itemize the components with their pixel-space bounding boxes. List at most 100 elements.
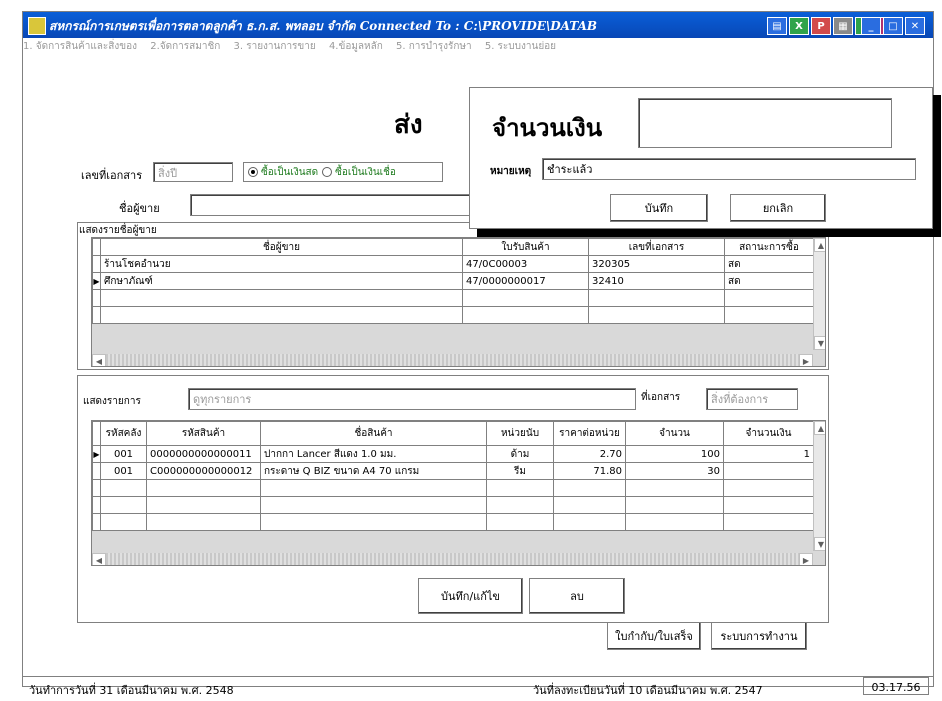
cell-amount[interactable] (723, 496, 814, 514)
cell-seller-name[interactable]: ศึกษาภัณฑ์ (100, 272, 463, 290)
toolbar-icon-4[interactable]: ▦ (833, 17, 853, 35)
menu-item-3[interactable]: 3. รายงานการขาย (233, 41, 315, 52)
col-receipt-no[interactable]: ใบรับสินค้า (462, 238, 589, 256)
receipt-button[interactable]: ใบกำกับ/ใบเสร็จ (607, 622, 701, 650)
cell-unit[interactable] (486, 496, 554, 514)
menu-item-4[interactable]: 4.ข้อมูลหลัก (329, 41, 383, 52)
col-doc-no[interactable]: เลขที่เอกสาร (588, 238, 725, 256)
cell-unit[interactable]: รีม (486, 462, 554, 480)
cell-receipt-no[interactable]: 47/0000000017 (462, 272, 589, 290)
cell-amount[interactable] (723, 513, 814, 531)
table-row[interactable]: ▶ ศึกษาภัณฑ์ 47/0000000017 32410 สด (92, 272, 814, 290)
col-warehouse[interactable]: รหัสคลัง (100, 421, 147, 446)
items-horizontal-scrollbar[interactable]: ◀ ▶ (92, 553, 813, 565)
scroll-right-icon[interactable]: ▶ (799, 553, 813, 565)
menu-item-6[interactable]: 5. ระบบงานย่อย (485, 41, 556, 52)
menu-item-2[interactable]: 2.จัดการสมาชิก (150, 41, 220, 52)
cell-doc-no[interactable] (588, 306, 725, 324)
col-amount[interactable]: จำนวนเงิน (723, 421, 814, 446)
cell-quantity[interactable] (625, 496, 724, 514)
sellers-vertical-scrollbar[interactable]: ▲ ▼ (813, 238, 825, 350)
cell-product-code[interactable] (146, 496, 261, 514)
items-doc-field[interactable]: สิ่งที่ต้องการ (706, 388, 798, 410)
cell-quantity[interactable] (625, 513, 724, 531)
table-row[interactable]: ร้านโชคอำนวย 47/0C00003 320305 สด (92, 255, 814, 273)
cell-product-code[interactable] (146, 479, 261, 497)
cell-seller-name[interactable] (100, 306, 463, 324)
minimize-button[interactable]: _ (861, 17, 881, 35)
table-row[interactable] (92, 479, 814, 497)
table-row[interactable]: 001 C000000000000012 กระดาษ Q BIZ ขนาด A… (92, 462, 814, 480)
col-product-name[interactable]: ชื่อสินค้า (260, 421, 487, 446)
scroll-up-icon[interactable]: ▲ (814, 238, 825, 252)
table-row[interactable] (92, 513, 814, 531)
cell-product-name[interactable] (260, 479, 487, 497)
col-product-code[interactable]: รหัสสินค้า (146, 421, 261, 446)
items-search-field[interactable]: ดูทุกรายการ (188, 388, 636, 410)
cell-unit-price[interactable] (553, 513, 626, 531)
work-system-button[interactable]: ระบบการทำงาน (711, 622, 807, 650)
scroll-left-icon[interactable]: ◀ (92, 354, 106, 366)
cell-receipt-no[interactable] (462, 306, 589, 324)
cell-doc-no[interactable]: 320305 (588, 255, 725, 273)
menu-item-5[interactable]: 5. การบำรุงรักษา (396, 41, 472, 52)
cell-quantity[interactable]: 30 (625, 462, 724, 480)
cell-status[interactable]: สด (724, 272, 814, 290)
note-field[interactable]: ชำระแล้ว (542, 158, 916, 180)
cell-amount[interactable] (723, 479, 814, 497)
scroll-up-icon[interactable]: ▲ (814, 421, 825, 435)
cell-quantity[interactable]: 100 (625, 445, 724, 463)
scroll-down-icon[interactable]: ▼ (814, 336, 825, 350)
cell-unit[interactable] (486, 513, 554, 531)
cell-unit[interactable]: ด้าม (486, 445, 554, 463)
cell-product-name[interactable]: ปากกา Lancer สีแดง 1.0 มม. (260, 445, 487, 463)
scroll-down-icon[interactable]: ▼ (814, 537, 825, 551)
excel-icon[interactable]: X (789, 17, 809, 35)
cell-receipt-no[interactable] (462, 289, 589, 307)
cell-product-code[interactable]: C000000000000012 (146, 462, 261, 480)
seller-field[interactable] (190, 194, 470, 216)
cell-quantity[interactable] (625, 479, 724, 497)
maximize-button[interactable]: □ (883, 17, 903, 35)
cell-product-code[interactable]: 0000000000000011 (146, 445, 261, 463)
cell-product-code[interactable] (146, 513, 261, 531)
toolbar-icon-1[interactable]: ▤ (767, 17, 787, 35)
cell-unit-price[interactable] (553, 479, 626, 497)
radio-cash[interactable] (248, 167, 258, 177)
cell-doc-no[interactable] (588, 289, 725, 307)
cell-warehouse[interactable]: 001 (100, 462, 147, 480)
scroll-right-icon[interactable]: ▶ (799, 354, 813, 366)
delete-button[interactable]: ลบ (529, 578, 625, 614)
col-quantity[interactable]: จำนวน (625, 421, 724, 446)
col-status[interactable]: สถานะการซื้อ (724, 238, 814, 256)
cell-status[interactable] (724, 306, 814, 324)
cell-unit-price[interactable] (553, 496, 626, 514)
dialog-save-button[interactable]: บันทึก (610, 194, 708, 222)
cell-warehouse[interactable] (100, 496, 147, 514)
table-row[interactable] (92, 289, 814, 307)
cell-product-name[interactable] (260, 513, 487, 531)
radio-credit[interactable] (322, 167, 333, 177)
table-row[interactable] (92, 306, 814, 324)
cell-status[interactable]: สด (724, 255, 814, 273)
scroll-left-icon[interactable]: ◀ (92, 553, 106, 565)
cell-amount[interactable]: 1 (723, 445, 814, 463)
powerpoint-icon[interactable]: P (811, 17, 831, 35)
cell-warehouse[interactable] (100, 513, 147, 531)
sellers-horizontal-scrollbar[interactable]: ◀ ▶ (92, 354, 813, 366)
menu-item-1[interactable]: 1. จัดการสินค้าและสิ่งของ (23, 41, 137, 52)
cell-unit-price[interactable]: 71.80 (553, 462, 626, 480)
dialog-cancel-button[interactable]: ยกเลิก (730, 194, 826, 222)
close-button[interactable]: ✕ (905, 17, 925, 35)
col-unit-price[interactable]: ราคาต่อหน่วย (553, 421, 626, 446)
cell-amount[interactable] (723, 462, 814, 480)
cell-product-name[interactable] (260, 496, 487, 514)
table-row[interactable] (92, 496, 814, 514)
col-seller-name[interactable]: ชื่อผู้ขาย (100, 238, 463, 256)
items-vertical-scrollbar[interactable]: ▲ ▼ (813, 421, 825, 551)
save-edit-button[interactable]: บันทึก/แก้ไข (418, 578, 523, 614)
amount-field[interactable] (638, 98, 892, 148)
cell-seller-name[interactable]: ร้านโชคอำนวย (100, 255, 463, 273)
cell-warehouse[interactable]: 001 (100, 445, 147, 463)
cell-product-name[interactable]: กระดาษ Q BIZ ขนาด A4 70 แกรม (260, 462, 487, 480)
